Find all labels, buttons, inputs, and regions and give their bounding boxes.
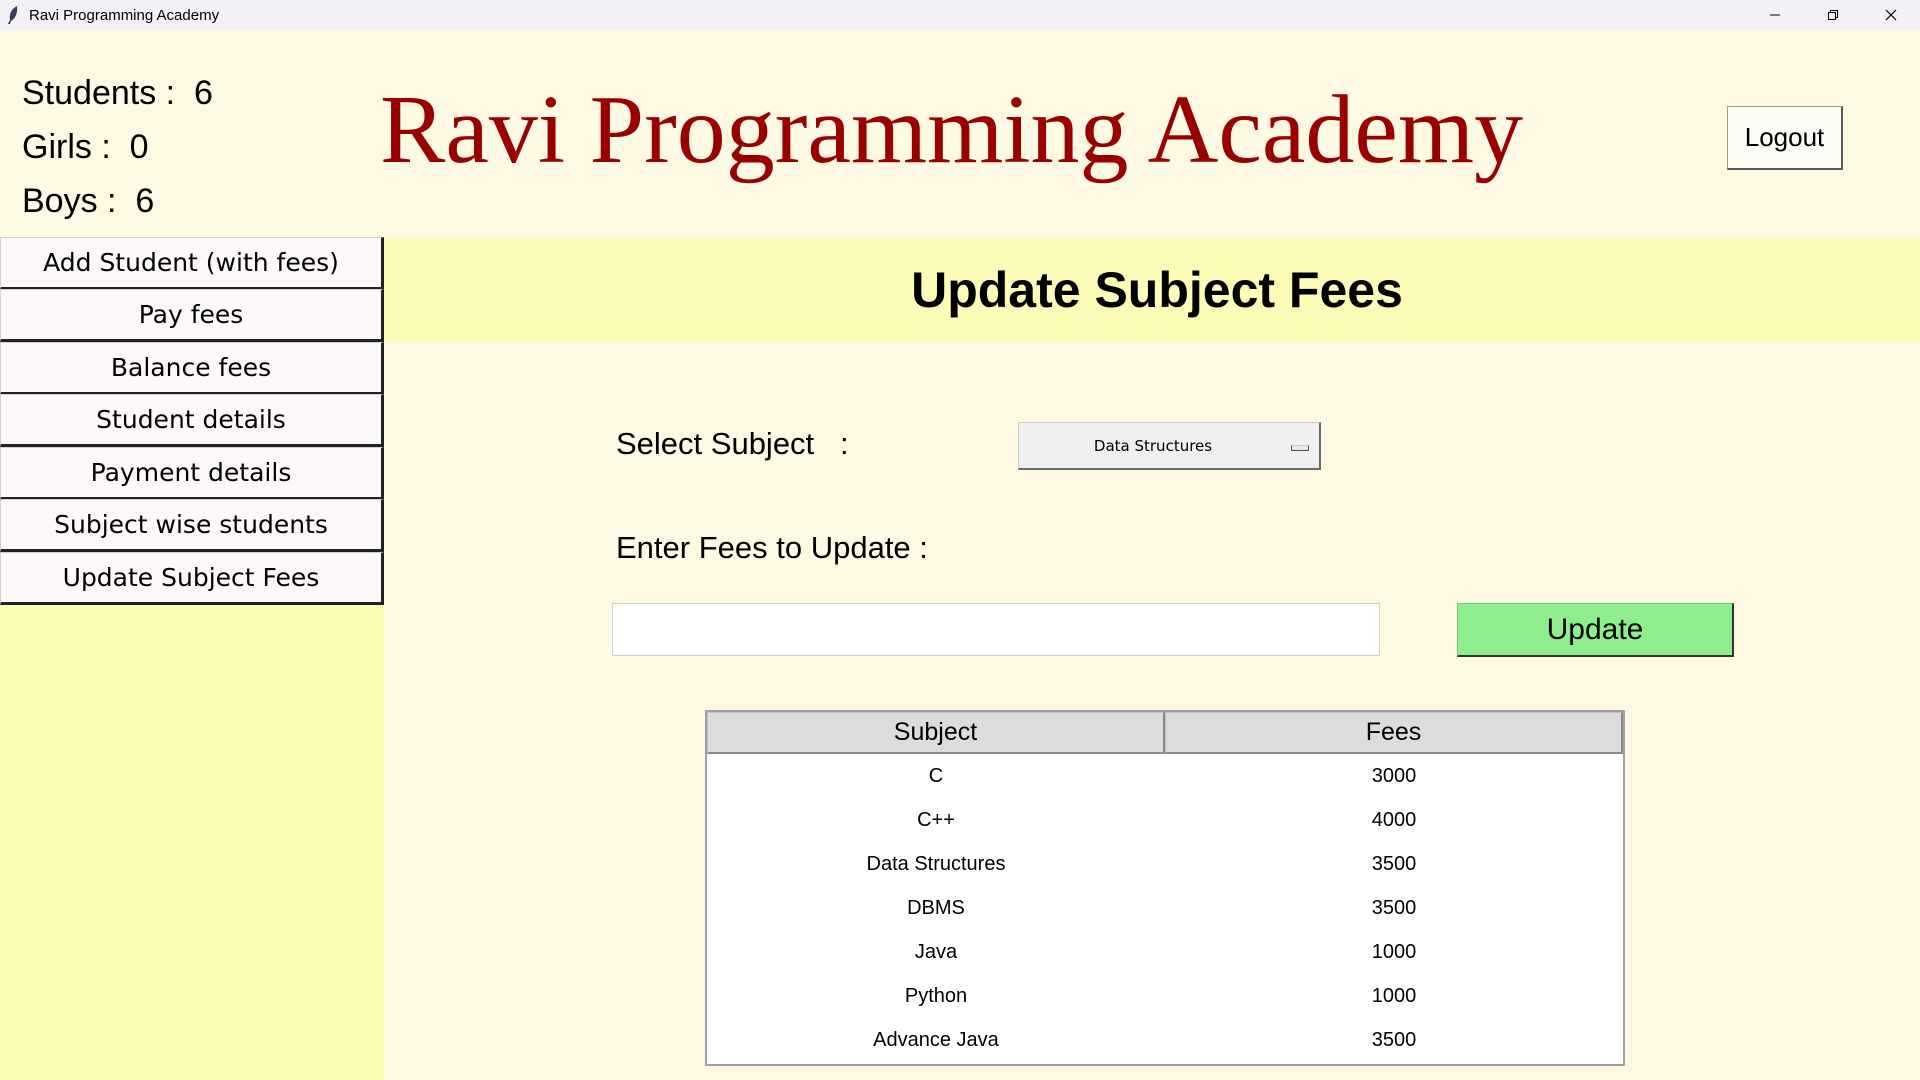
sidebar-item-subject-wise-students[interactable]: Subject wise students bbox=[0, 499, 384, 552]
cell-subject: C++ bbox=[917, 808, 955, 831]
table-header: Subject Fees bbox=[707, 712, 1623, 754]
window-controls bbox=[1746, 0, 1920, 30]
cell-subject: DBMS bbox=[907, 896, 965, 919]
subject-fees-table: Subject Fees C 3000 C++ 4000 Data Struct… bbox=[705, 710, 1625, 1066]
column-header-subject[interactable]: Subject bbox=[707, 712, 1165, 754]
sidebar-item-student-details[interactable]: Student details bbox=[0, 394, 384, 447]
cell-fees: 3500 bbox=[1371, 896, 1417, 919]
logout-button[interactable]: Logout bbox=[1727, 106, 1843, 170]
cell-fees: 4000 bbox=[1371, 808, 1417, 831]
stats-panel: Students : 6 Girls : 0 Boys : 6 bbox=[22, 66, 213, 228]
sidebar: Add Student (with fees) Pay fees Balance… bbox=[0, 237, 384, 1080]
page-title: Update Subject Fees bbox=[911, 262, 1403, 318]
girls-count: Girls : 0 bbox=[22, 128, 149, 166]
update-button[interactable]: Update bbox=[1457, 603, 1734, 657]
cell-subject: Data Structures bbox=[866, 852, 1006, 875]
cell-fees: 1000 bbox=[1371, 940, 1417, 963]
sidebar-item-update-subject-fees[interactable]: Update Subject Fees bbox=[0, 552, 384, 605]
selected-subject: Data Structures bbox=[1093, 437, 1213, 455]
subject-select[interactable]: Data Structures bbox=[1018, 422, 1321, 470]
table-row[interactable]: C 3000 bbox=[707, 754, 1623, 798]
cell-subject: Java bbox=[914, 940, 958, 963]
restore-icon[interactable] bbox=[1804, 0, 1862, 30]
brand-title: Ravi Programming Academy bbox=[380, 76, 1524, 184]
cell-subject: Python bbox=[904, 984, 968, 1007]
cell-subject: Advance Java bbox=[873, 1028, 999, 1051]
cell-fees: 3500 bbox=[1371, 1028, 1417, 1051]
fees-input[interactable] bbox=[612, 603, 1380, 656]
page-header: Update Subject Fees bbox=[384, 238, 1920, 342]
minimize-icon[interactable] bbox=[1746, 0, 1804, 30]
sidebar-item-pay-fees[interactable]: Pay fees bbox=[0, 289, 384, 342]
sidebar-item-balance-fees[interactable]: Balance fees bbox=[0, 342, 384, 395]
students-count: Students : 6 bbox=[22, 74, 213, 112]
close-icon[interactable] bbox=[1862, 0, 1920, 30]
boys-count: Boys : 6 bbox=[22, 182, 155, 220]
sidebar-item-payment-details[interactable]: Payment details bbox=[0, 447, 384, 500]
title-bar: Ravi Programming Academy bbox=[0, 0, 1920, 30]
select-subject-label: Select Subject : bbox=[616, 426, 849, 461]
table-row[interactable]: Python 1000 bbox=[707, 974, 1623, 1018]
option-menu-indicator-icon bbox=[1291, 445, 1309, 451]
fees-label: Enter Fees to Update : bbox=[616, 530, 928, 565]
window-body: Students : 6 Girls : 0 Boys : 6 Ravi Pro… bbox=[0, 30, 1920, 1080]
sidebar-item-add-student[interactable]: Add Student (with fees) bbox=[0, 237, 384, 290]
table-row[interactable]: Advance Java 3500 bbox=[707, 1018, 1623, 1062]
table-row[interactable]: C++ 4000 bbox=[707, 798, 1623, 842]
table-row[interactable]: Data Structures 3500 bbox=[707, 842, 1623, 886]
feather-icon bbox=[6, 5, 20, 25]
table-row[interactable]: Java 1000 bbox=[707, 930, 1623, 974]
cell-fees: 3500 bbox=[1371, 852, 1417, 875]
cell-subject: C bbox=[928, 764, 944, 787]
cell-fees: 1000 bbox=[1371, 984, 1417, 1007]
cell-fees: 3000 bbox=[1371, 764, 1417, 787]
window-title: Ravi Programming Academy bbox=[29, 6, 220, 24]
table-row[interactable]: DBMS 3500 bbox=[707, 886, 1623, 930]
column-header-fees[interactable]: Fees bbox=[1165, 712, 1623, 754]
